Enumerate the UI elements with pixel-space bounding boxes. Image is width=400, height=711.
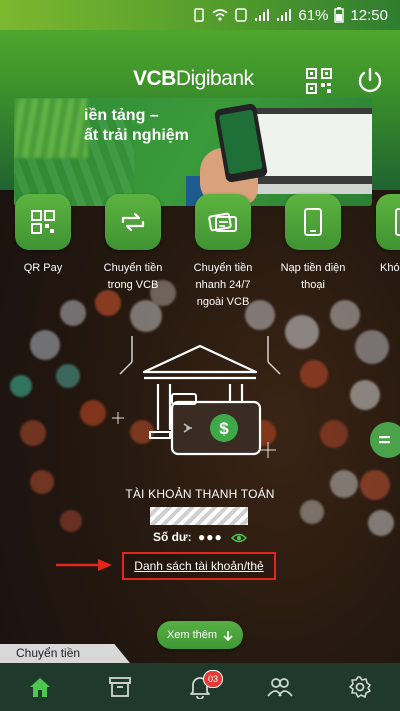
- account-number-masked: [150, 507, 248, 525]
- wifi-icon: [212, 9, 228, 21]
- brand-logo: VCBDigibank: [133, 67, 254, 90]
- home-icon: [30, 678, 50, 697]
- qr-pay-icon: [31, 210, 55, 234]
- quick-action-more[interactable]: Khó: [360, 194, 400, 277]
- gift-box-icon: [109, 677, 131, 697]
- more-icon: [395, 208, 400, 236]
- bank-illustration: $: [112, 336, 281, 458]
- sim-icon: [235, 8, 248, 22]
- side-menu-handle[interactable]: [370, 422, 400, 458]
- quick-action-label: Chuyển tiền trong VCB: [103, 262, 163, 291]
- quick-action-transfer-vcb[interactable]: Chuyển tiền trong VCB: [90, 194, 176, 294]
- quick-action-label: Khó: [380, 262, 400, 274]
- users-icon: [267, 678, 293, 697]
- annotation-arrow-icon: [56, 559, 112, 571]
- vibrate-icon: [194, 8, 205, 22]
- clock: 12:50: [350, 6, 388, 24]
- arrow-down-icon: [223, 630, 233, 641]
- status-bar: 61% 12:50: [0, 0, 400, 30]
- avatar-blurred: [14, 98, 88, 158]
- quick-action-fast-transfer[interactable]: Chuyển tiền nhanh 24/7 ngoài VCB: [180, 194, 266, 311]
- nav-home[interactable]: [10, 663, 70, 711]
- logout-button[interactable]: [356, 66, 384, 94]
- nav-offers[interactable]: [90, 663, 150, 711]
- power-icon: [358, 67, 382, 93]
- balance-row: Số dư: ●●●: [0, 530, 400, 544]
- svg-text:$: $: [219, 419, 229, 438]
- battery-icon: [334, 7, 345, 23]
- nav-contacts[interactable]: [250, 663, 310, 711]
- account-type-title: TÀI KHOẢN THANH TOÁN: [125, 487, 275, 501]
- quick-action-label: Nạp tiền điện thoại: [280, 262, 346, 291]
- nav-settings[interactable]: [330, 663, 390, 711]
- gear-icon: [349, 676, 371, 698]
- bottom-navigation: 03: [0, 663, 400, 711]
- quick-action-label: Chuyển tiền nhanh 24/7 ngoài VCB: [193, 262, 253, 308]
- balance-label: Số dư:: [152, 530, 192, 544]
- quick-actions: QR Pay Chuyển tiền trong VCB Chuyển tiền…: [0, 194, 400, 314]
- eye-icon[interactable]: [231, 533, 248, 543]
- app-header: VCBDigibank iền tảng – ất trải nghiệm: [0, 30, 400, 206]
- banner-line-2: ất trải nghiệm: [84, 127, 189, 144]
- account-card-list-link[interactable]: Danh sách tài khoản/thẻ: [122, 552, 276, 580]
- notification-badge: 03: [203, 670, 223, 688]
- signal-icon-1: [255, 9, 270, 21]
- menu-lines-icon: [379, 436, 390, 444]
- phone-topup-icon: [304, 208, 322, 236]
- quick-action-phone-topup[interactable]: Nạp tiền điện thoại: [270, 194, 356, 294]
- quick-action-qr-pay[interactable]: QR Pay: [0, 194, 86, 277]
- signal-icon-2: [277, 9, 292, 21]
- banner-line-1: iền tảng –: [84, 107, 159, 124]
- transfer-icon: [121, 212, 145, 232]
- qr-icon: [306, 68, 332, 94]
- nav-notifications[interactable]: 03: [170, 663, 230, 711]
- promo-banner[interactable]: iền tảng – ất trải nghiệm: [14, 98, 372, 206]
- section-header-transfer: Chuyển tiền: [16, 646, 81, 660]
- quick-action-label: QR Pay: [23, 262, 63, 274]
- see-more-button[interactable]: Xem thêm: [157, 621, 243, 649]
- fast-transfer-icon: [208, 212, 237, 232]
- battery-percent: 61%: [298, 6, 329, 24]
- see-more-label: Xem thêm: [166, 629, 218, 641]
- qr-scan-button[interactable]: [306, 68, 332, 94]
- balance-hidden-value: ●●●: [197, 530, 223, 544]
